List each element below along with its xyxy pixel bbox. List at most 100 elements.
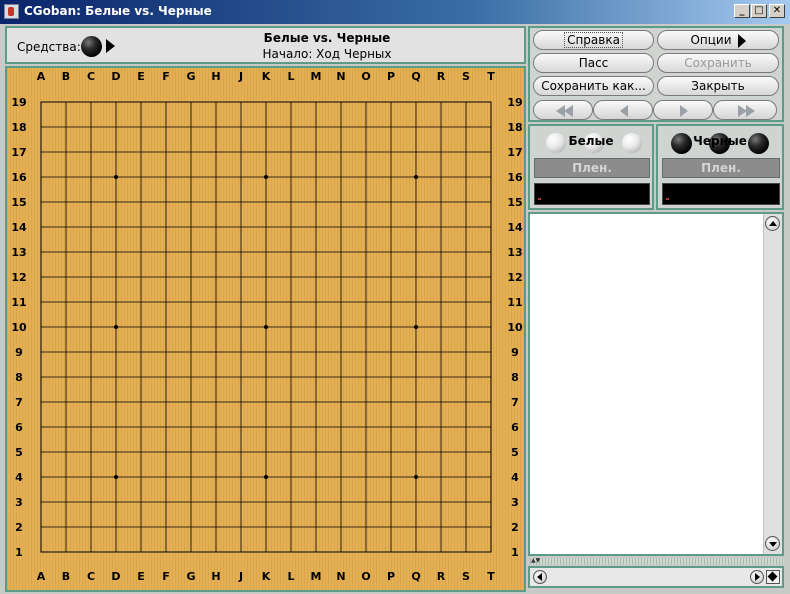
column-label: J	[238, 70, 243, 83]
minimize-button[interactable]: _	[734, 4, 750, 18]
row-label: 18	[11, 121, 26, 134]
column-label: D	[111, 570, 120, 583]
column-label: K	[262, 570, 271, 583]
row-label: 5	[511, 446, 519, 459]
column-label: G	[186, 570, 195, 583]
maximize-icon: □	[754, 5, 764, 16]
column-label: R	[437, 570, 446, 583]
close-game-button[interactable]: Закрыть	[657, 76, 779, 96]
row-label: 9	[511, 346, 519, 359]
star-point	[414, 175, 418, 179]
step-forward-icon	[680, 105, 688, 117]
step-back-button[interactable]	[593, 100, 653, 120]
row-label: 10	[11, 321, 27, 334]
white-clock	[534, 183, 650, 205]
column-label: G	[186, 70, 195, 83]
row-label: 17	[507, 146, 522, 159]
star-point	[414, 325, 418, 329]
row-label: 7	[511, 396, 519, 409]
help-button[interactable]: Справка	[533, 30, 654, 50]
black-clock	[662, 183, 780, 205]
vertical-scrollbar[interactable]	[763, 214, 782, 554]
column-label: L	[287, 570, 294, 583]
row-label: 12	[11, 271, 26, 284]
row-label: 2	[511, 521, 519, 534]
row-label: 4	[15, 471, 23, 484]
minimize-icon: _	[739, 5, 745, 16]
rewind-to-start-button[interactable]	[533, 100, 593, 120]
star-point	[114, 175, 118, 179]
column-label: P	[387, 70, 395, 83]
row-label: 10	[507, 321, 523, 334]
column-label: J	[238, 570, 243, 583]
black-player-panel: Черные Плен.	[656, 124, 784, 210]
scroll-right-button[interactable]	[750, 570, 764, 584]
input-field-bar[interactable]	[528, 566, 784, 588]
row-label: 1	[15, 546, 23, 559]
scroll-up-button[interactable]	[765, 216, 780, 231]
save-as-button[interactable]: Сохранить как...	[533, 76, 654, 96]
row-label: 3	[15, 496, 23, 509]
black-stone-icon[interactable]	[81, 36, 102, 57]
close-icon: ✕	[772, 5, 782, 16]
java-app-icon	[4, 4, 19, 19]
column-label: K	[262, 70, 271, 83]
row-label: 8	[511, 371, 519, 384]
comments-area[interactable]	[528, 212, 784, 556]
column-label: M	[311, 570, 322, 583]
row-label: 15	[11, 196, 26, 209]
column-label: F	[162, 70, 170, 83]
arrow-right-icon[interactable]	[106, 39, 115, 53]
row-label: 15	[507, 196, 522, 209]
column-label: A	[37, 70, 46, 83]
splitter-handle[interactable]	[530, 558, 784, 565]
splitter-arrows-icon[interactable]: ▲▼	[531, 557, 540, 565]
scroll-down-button[interactable]	[765, 536, 780, 551]
board-grid[interactable]: AABBCCDDEEFFGGHHJJKKLLMMNNOOPPQQRRSSTT19…	[7, 68, 524, 590]
close-button[interactable]: ✕	[769, 4, 785, 18]
column-label: F	[162, 570, 170, 583]
column-label: O	[361, 570, 370, 583]
column-label: S	[462, 570, 470, 583]
maximize-button[interactable]: □	[751, 4, 767, 18]
save-button[interactable]: Сохранить	[657, 53, 779, 73]
column-label: N	[336, 570, 345, 583]
white-player-panel: Белые Плен.	[528, 124, 654, 210]
rewind-to-start-icon	[556, 105, 573, 117]
black-player-name: Черные	[693, 134, 747, 148]
pass-button[interactable]: Пасс	[533, 53, 654, 73]
row-label: 13	[507, 246, 522, 259]
row-label: 14	[507, 221, 523, 234]
column-label: C	[87, 70, 95, 83]
column-label: T	[487, 70, 495, 83]
arrow-up-icon	[769, 221, 777, 226]
column-label: M	[311, 70, 322, 83]
step-back-icon	[620, 105, 628, 117]
column-label: Q	[411, 70, 420, 83]
column-label: P	[387, 570, 395, 583]
game-title: Белые vs. Черные	[263, 31, 391, 45]
column-label: H	[211, 570, 220, 583]
column-label: T	[487, 570, 495, 583]
row-label: 13	[11, 246, 26, 259]
row-label: 2	[15, 521, 23, 534]
options-button[interactable]: Опции	[657, 30, 779, 50]
row-label: 6	[511, 421, 519, 434]
column-label: N	[336, 70, 345, 83]
row-label: 4	[511, 471, 519, 484]
row-label: 18	[507, 121, 522, 134]
step-forward-button[interactable]	[653, 100, 713, 120]
star-point	[114, 475, 118, 479]
row-label: 11	[11, 296, 26, 309]
column-label: H	[211, 70, 220, 83]
star-point	[264, 475, 268, 479]
forward-to-end-button[interactable]	[713, 100, 777, 120]
row-label: 5	[15, 446, 23, 459]
column-label: B	[62, 70, 70, 83]
white-player-name: Белые	[568, 134, 614, 148]
row-label: 16	[507, 171, 523, 184]
row-label: 19	[507, 96, 522, 109]
go-board[interactable]: A A B B C C D D E E F F G G H H J J K K L L M M N N O O P P Q Q R R S S T T 19…	[5, 66, 526, 592]
diamond-icon[interactable]	[766, 570, 780, 584]
scroll-left-button[interactable]	[533, 570, 547, 584]
